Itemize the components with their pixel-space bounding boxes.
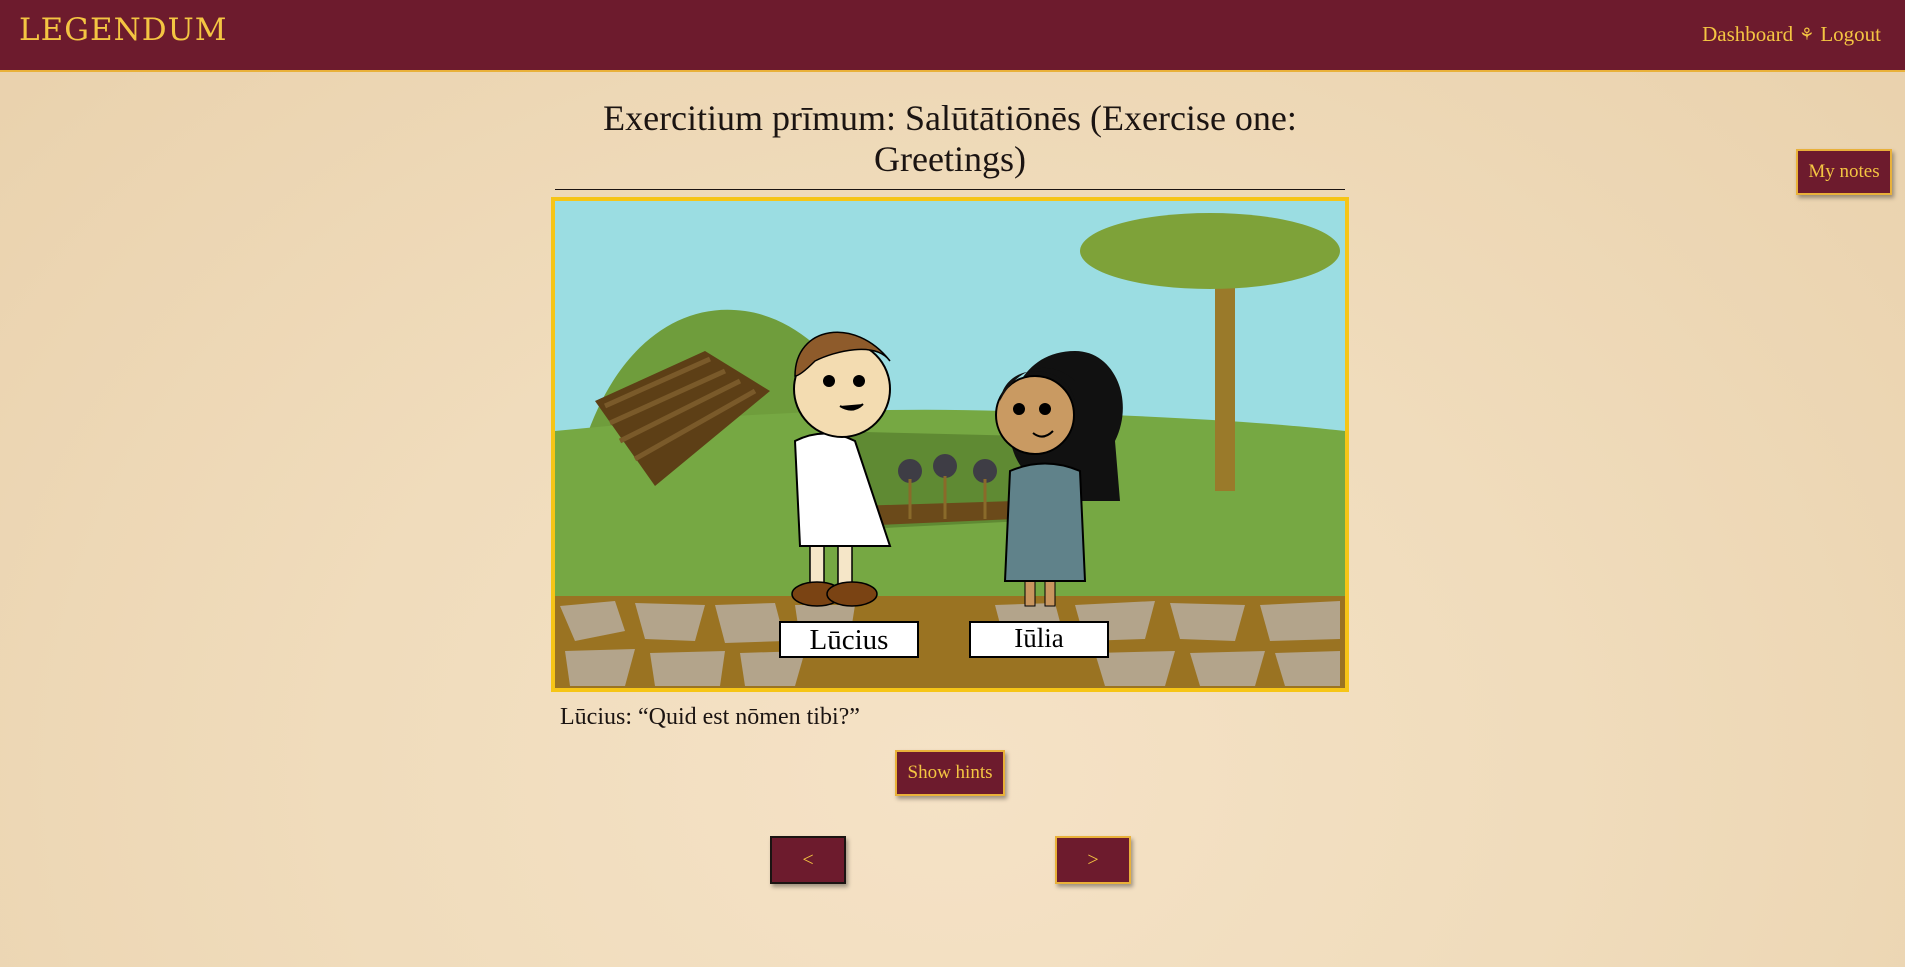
site-logo[interactable]: LEGENDUM [19, 12, 227, 48]
scene-label-iulia: Iūlia [1014, 623, 1063, 653]
next-button[interactable]: > [1055, 836, 1131, 884]
header-bar: LEGENDUM Dashboard ⚘ Logout [0, 0, 1905, 72]
previous-button[interactable]: < [770, 836, 846, 884]
header-nav: Dashboard ⚘ Logout [1702, 22, 1881, 47]
flower-icon: ⚘ [1799, 24, 1815, 44]
page-title: Exercitium prīmum: Salūtātiōnēs (Exercis… [603, 98, 1297, 179]
scene-illustration: Lūcius Iūlia [551, 197, 1349, 692]
title-divider [555, 189, 1345, 190]
dialogue-line: Lūcius: “Quid est nōmen tibi?” [560, 704, 860, 730]
show-hints-button[interactable]: Show hints [895, 750, 1005, 796]
logout-link[interactable]: Logout [1820, 22, 1881, 47]
scene-label-lucius: Lūcius [810, 624, 889, 656]
dashboard-link[interactable]: Dashboard [1702, 22, 1793, 47]
my-notes-button[interactable]: My notes [1796, 149, 1892, 195]
